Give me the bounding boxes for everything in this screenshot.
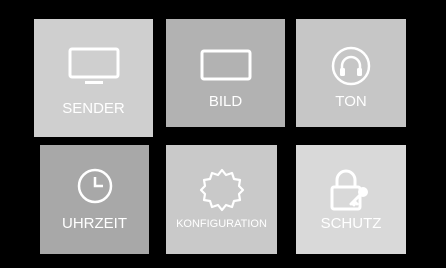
tile-bild[interactable]: BILD	[166, 19, 285, 127]
tile-schutz[interactable]: SCHUTZ	[296, 145, 406, 254]
screen-icon	[166, 49, 285, 81]
tile-uhrzeit[interactable]: UHRZEIT	[40, 145, 149, 254]
tv-icon	[34, 47, 153, 87]
tile-label-uhrzeit: UHRZEIT	[62, 215, 127, 232]
tile-konfiguration[interactable]: KONFIGURATION	[166, 145, 277, 254]
headphones-icon	[296, 46, 406, 86]
tile-label-ton: TON	[335, 93, 367, 110]
main-menu-screen: SENDER BILD TON UHRZEIT KONFIGURATION SC…	[0, 0, 446, 268]
gear-icon	[166, 167, 277, 213]
tile-label-bild: BILD	[208, 93, 243, 110]
tile-label-konfiguration: KONFIGURATION	[176, 218, 267, 230]
tile-label-sender: SENDER	[62, 100, 125, 117]
lock-key-icon	[296, 167, 406, 213]
tile-ton[interactable]: TON	[296, 19, 406, 127]
tile-sender[interactable]: SENDER	[34, 19, 153, 137]
tile-label-schutz: SCHUTZ	[320, 215, 382, 232]
clock-icon	[40, 167, 149, 205]
